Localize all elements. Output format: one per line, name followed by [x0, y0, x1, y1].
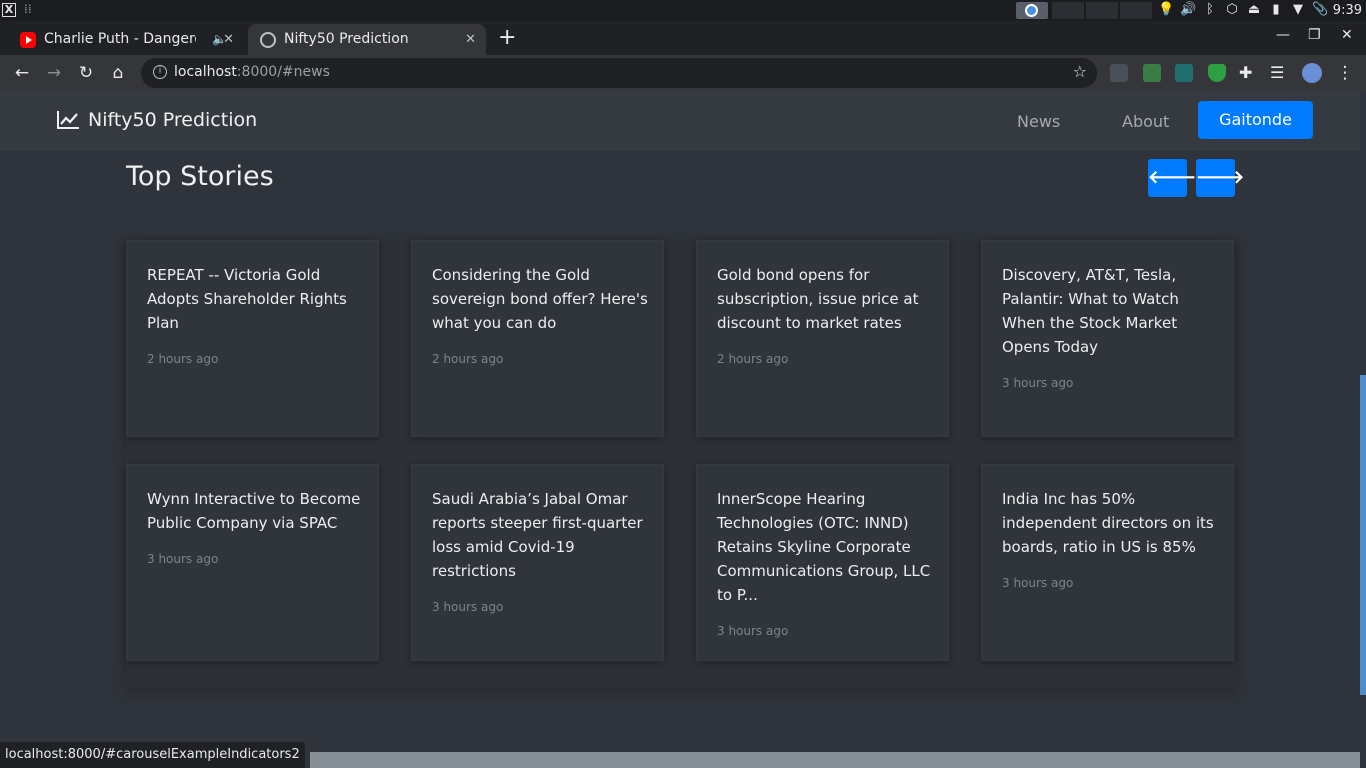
news-card[interactable]: Considering the Gold sovereign bond offe…: [411, 240, 664, 437]
clock[interactable]: 9:39: [1333, 3, 1362, 18]
extensions-puzzle-icon[interactable]: ✚: [1239, 64, 1257, 82]
battery-icon[interactable]: ▮: [1268, 2, 1284, 17]
news-carousel: REPEAT -- Victoria Gold Adopts Sharehold…: [126, 240, 1236, 688]
news-headline[interactable]: Gold bond opens for subscription, issue …: [717, 263, 937, 335]
browser-tab-strip: Charlie Puth - Dangerously 🔈 ✕ Nifty50 P…: [0, 21, 1366, 55]
news-headline[interactable]: Discovery, AT&T, Tesla, Palantir: What t…: [1002, 263, 1222, 359]
news-headline[interactable]: Wynn Interactive to Become Public Compan…: [147, 487, 367, 535]
home-icon[interactable]: ⌂: [106, 61, 130, 85]
news-time: 3 hours ago: [717, 624, 789, 638]
close-window-icon[interactable]: ✕: [1341, 27, 1353, 43]
tab-title: Charlie Puth - Dangerously: [44, 31, 196, 47]
x-window-manager-icon[interactable]: X: [2, 3, 16, 17]
news-headline[interactable]: India Inc has 50% independent directors …: [1002, 487, 1222, 559]
news-time: 3 hours ago: [1002, 576, 1074, 590]
package-icon[interactable]: ⬡: [1224, 2, 1240, 17]
news-card[interactable]: India Inc has 50% independent directors …: [981, 464, 1234, 661]
taskbar-slot[interactable]: [1086, 2, 1118, 19]
forward-icon[interactable]: →: [42, 61, 66, 85]
browser-toolbar: ← → ↻ ⌂ i localhost:8000/#news ☆ ✚ ☰ ⋮: [0, 55, 1366, 91]
carousel-prev-button[interactable]: 🡐: [1148, 159, 1196, 197]
scrollbar-thumb[interactable]: [1360, 375, 1366, 695]
new-tab-button[interactable]: +: [498, 25, 516, 51]
news-time: 3 hours ago: [147, 552, 219, 566]
page-footer-strip: [310, 752, 1360, 768]
news-card[interactable]: InnerScope Hearing Technologies (OTC: IN…: [696, 464, 949, 661]
bookmark-star-icon[interactable]: ☆: [1073, 62, 1087, 81]
web-page: Nifty50 Prediction News About Gaitonde T…: [0, 91, 1360, 768]
section-title: Top Stories: [126, 161, 274, 192]
extension-check-shield-icon[interactable]: [1208, 64, 1226, 82]
news-time: 2 hours ago: [432, 352, 504, 366]
profile-avatar[interactable]: [1302, 63, 1322, 83]
chrome-taskbar-icon[interactable]: [1016, 2, 1048, 19]
extension-shield-icon[interactable]: [1175, 64, 1193, 82]
close-tab-icon[interactable]: ✕: [223, 24, 234, 55]
address-bar[interactable]: i localhost:8000/#news ☆: [141, 58, 1097, 88]
user-button[interactable]: Gaitonde: [1198, 101, 1313, 139]
news-headline[interactable]: Saudi Arabia’s Jabal Omar reports steepe…: [432, 487, 652, 583]
news-time: 2 hours ago: [717, 352, 789, 366]
tab-title: Nifty50 Prediction: [284, 31, 409, 47]
taskbar-slot[interactable]: [1120, 2, 1152, 19]
reload-icon[interactable]: ↻: [74, 61, 98, 85]
address-url[interactable]: localhost:8000/#news: [174, 64, 330, 80]
screen: X ⁞⁞ 💡 🔊 ᛒ ⬡ ⏏ ▮ ▼ 📎 9:39 Charlie Puth -…: [0, 0, 1366, 768]
browser-menu-icon[interactable]: ⋮: [1333, 61, 1357, 85]
restore-icon[interactable]: ❐: [1308, 27, 1321, 43]
brand-title: Nifty50 Prediction: [88, 109, 258, 131]
wifi-icon[interactable]: ▼: [1290, 2, 1306, 17]
brand-link[interactable]: Nifty50 Prediction: [56, 109, 257, 131]
carousel-next-button[interactable]: 🡒: [1196, 159, 1244, 197]
taskbar-slot[interactable]: [1052, 2, 1084, 19]
globe-icon: [260, 32, 276, 48]
lightbulb-icon[interactable]: 💡: [1158, 2, 1174, 17]
news-card[interactable]: Wynn Interactive to Become Public Compan…: [126, 464, 379, 661]
news-card[interactable]: Saudi Arabia’s Jabal Omar reports steepe…: [411, 464, 664, 661]
minimize-icon[interactable]: —: [1276, 27, 1290, 43]
news-card[interactable]: Gold bond opens for subscription, issue …: [696, 240, 949, 437]
system-tray: 💡 🔊 ᛒ ⬡ ⏏ ▮ ▼ 📎: [1158, 2, 1328, 17]
nav-link-about[interactable]: About: [1122, 112, 1169, 131]
news-headline[interactable]: Considering the Gold sovereign bond offe…: [432, 263, 652, 335]
close-tab-icon[interactable]: ✕: [465, 24, 476, 55]
news-headline[interactable]: InnerScope Hearing Technologies (OTC: IN…: [717, 487, 937, 607]
page-scrollbar[interactable]: [1360, 91, 1366, 768]
paperclip-icon[interactable]: 📎: [1312, 2, 1328, 17]
tab-nifty50[interactable]: Nifty50 Prediction ✕: [248, 24, 486, 55]
line-chart-icon: [57, 111, 79, 129]
back-icon[interactable]: ←: [10, 61, 34, 85]
extension-search-icon[interactable]: [1110, 64, 1128, 82]
workspace-menu-icon[interactable]: ⁞⁞: [24, 2, 32, 16]
tab-youtube[interactable]: Charlie Puth - Dangerously 🔈 ✕: [8, 24, 244, 55]
os-top-bar: X ⁞⁞ 💡 🔊 ᛒ ⬡ ⏏ ▮ ▼ 📎 9:39: [0, 0, 1366, 21]
eject-icon[interactable]: ⏏: [1246, 2, 1262, 17]
site-navbar: Nifty50 Prediction News About Gaitonde: [0, 91, 1360, 151]
news-time: 3 hours ago: [1002, 376, 1074, 390]
news-time: 2 hours ago: [147, 352, 219, 366]
bluetooth-icon[interactable]: ᛒ: [1202, 2, 1218, 17]
volume-icon[interactable]: 🔊: [1180, 2, 1196, 17]
news-card[interactable]: REPEAT -- Victoria Gold Adopts Sharehold…: [126, 240, 379, 437]
extension-mail-icon[interactable]: [1143, 64, 1161, 82]
site-info-icon[interactable]: i: [153, 65, 167, 79]
youtube-icon: [20, 32, 36, 48]
news-headline[interactable]: REPEAT -- Victoria Gold Adopts Sharehold…: [147, 263, 367, 335]
nav-link-news[interactable]: News: [1017, 112, 1060, 131]
news-time: 3 hours ago: [432, 600, 504, 614]
status-bar-url: localhost:8000/#carouselExampleIndicator…: [0, 742, 305, 768]
news-card[interactable]: Discovery, AT&T, Tesla, Palantir: What t…: [981, 240, 1234, 437]
media-queue-icon[interactable]: ☰: [1270, 64, 1288, 82]
